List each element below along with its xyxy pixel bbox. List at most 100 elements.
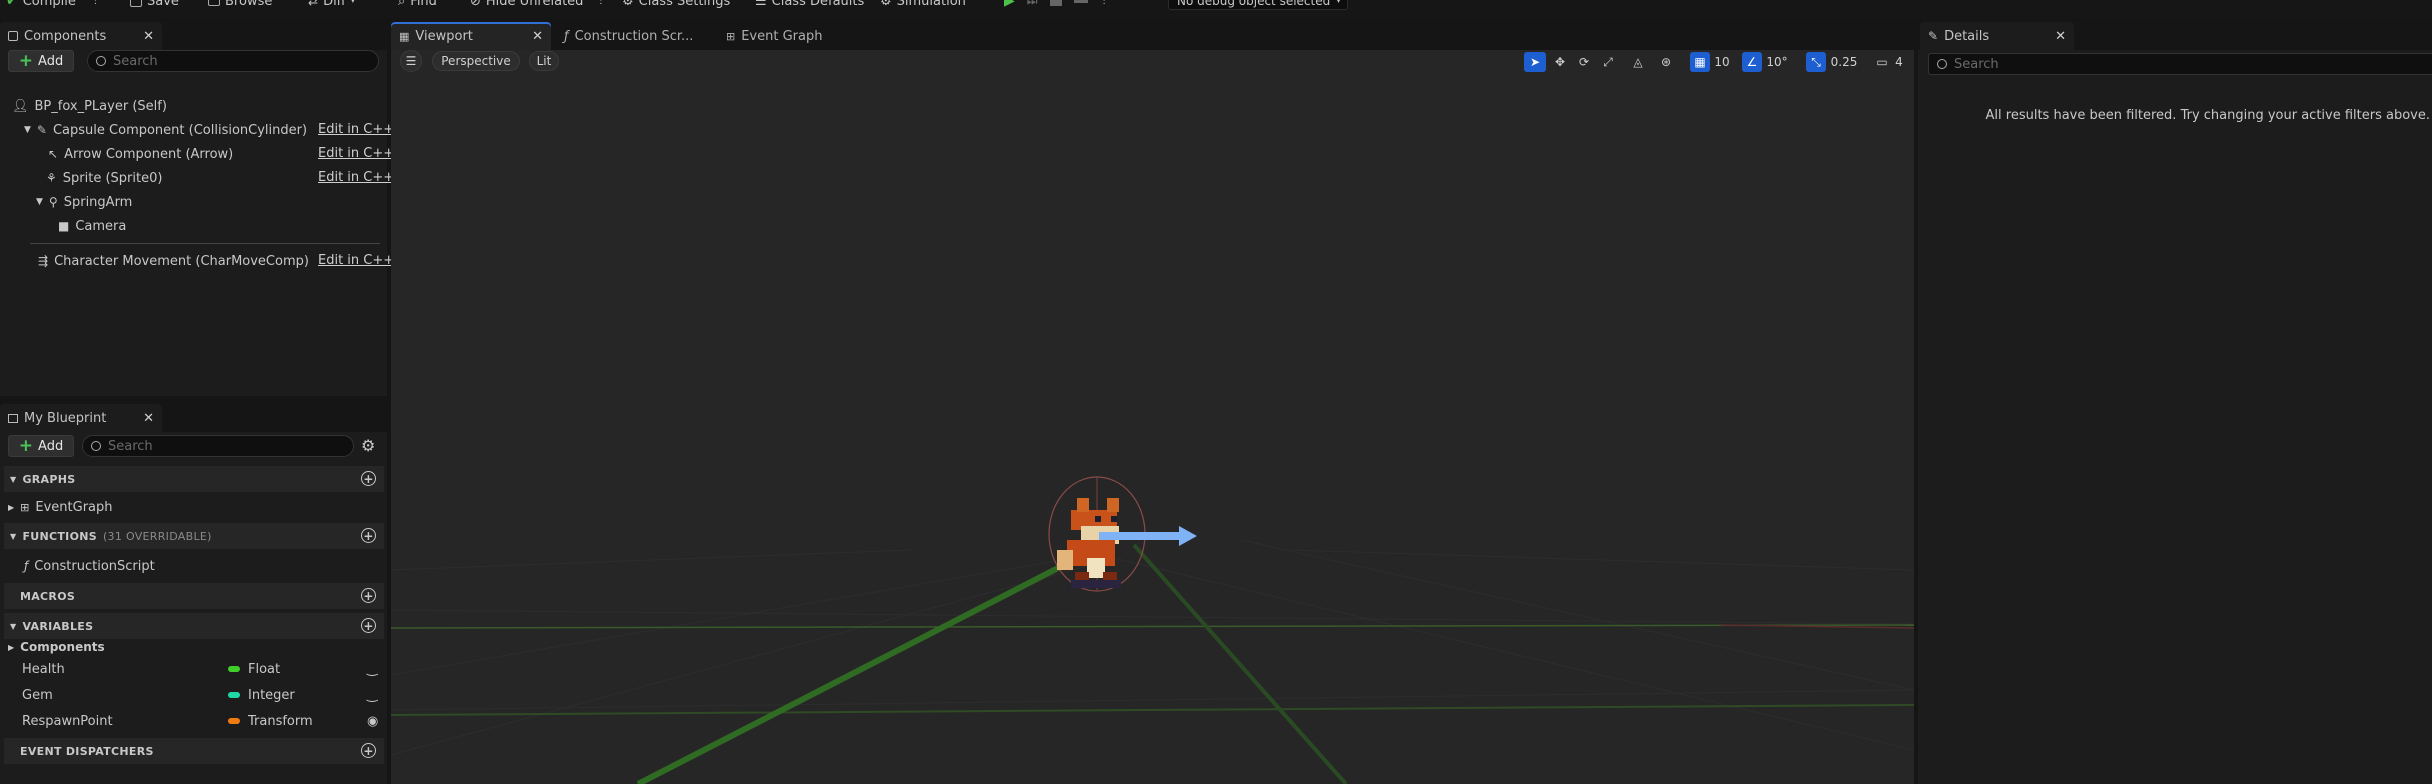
transform-type-pill xyxy=(228,718,240,724)
capsule-icon: ✎ xyxy=(36,123,47,137)
hide-unrelated-button[interactable]: ⊘ Hide Unrelated ⋮ xyxy=(470,0,605,11)
select-mode-icon[interactable]: ➤ xyxy=(1524,52,1546,72)
variable-type[interactable]: Integer xyxy=(228,688,295,703)
close-icon[interactable]: ✕ xyxy=(143,29,154,44)
translate-icon[interactable]: ✥ xyxy=(1550,52,1570,72)
edit-in-cpp-link[interactable]: Edit in C++ xyxy=(318,122,394,137)
grid-snap-icon[interactable]: ▦ xyxy=(1690,52,1710,72)
plus-icon: + xyxy=(18,435,34,456)
open-eye-icon[interactable]: ◉ xyxy=(367,714,378,729)
scale-icon[interactable]: ⤢ xyxy=(1598,52,1618,72)
editor-tabbar: ▦ Viewport ✕ ƒ Construction Scr... ⊞ Eve… xyxy=(389,20,1916,50)
component-root[interactable]: 👤︎ BP_fox_PLayer (Self) xyxy=(12,95,167,117)
stop-icon[interactable] xyxy=(1049,0,1062,6)
component-capsule[interactable]: ▼ ✎ Capsule Component (CollisionCylinder… xyxy=(24,119,307,141)
closed-eye-icon[interactable]: ‿ xyxy=(367,688,377,703)
rotation-snap-value[interactable]: 10° xyxy=(1764,52,1790,72)
surface-snapping-icon[interactable]: ⊛ xyxy=(1656,52,1676,72)
lit-button[interactable]: Lit xyxy=(529,51,559,71)
variable-type[interactable]: Transform xyxy=(228,714,313,729)
edit-in-cpp-link[interactable]: Edit in C++ xyxy=(318,170,394,185)
variable-row-gem[interactable]: Gem Integer ‿ xyxy=(22,684,382,706)
play-options-icon[interactable]: ⋮ xyxy=(1100,0,1109,6)
rotate-icon[interactable]: ⟳ xyxy=(1574,52,1594,72)
section-event-dispatchers[interactable]: EVENT DISPATCHERS + xyxy=(4,738,384,764)
close-icon[interactable]: ✕ xyxy=(143,411,154,426)
function-icon: ƒ xyxy=(564,28,569,44)
component-camera[interactable]: ■ Camera xyxy=(58,215,126,237)
close-icon[interactable]: ✕ xyxy=(2055,29,2066,44)
variable-row-respawnpoint[interactable]: RespawnPoint Transform ◉ xyxy=(22,710,382,732)
add-variable-icon[interactable]: + xyxy=(361,618,376,633)
scale-snap-value[interactable]: 0.25 xyxy=(1828,52,1860,72)
add-dispatcher-icon[interactable]: + xyxy=(361,743,376,758)
edit-in-cpp-link[interactable]: Edit in C++ xyxy=(318,146,394,161)
browse-button[interactable]: Browse xyxy=(208,0,272,11)
camera-speed-value[interactable]: 4 xyxy=(1892,52,1906,72)
perspective-button[interactable]: Perspective xyxy=(432,51,520,71)
add-function-icon[interactable]: + xyxy=(361,528,376,543)
rotation-snap-icon[interactable]: ∠ xyxy=(1742,52,1762,72)
variable-row-health[interactable]: Health Float ‿ xyxy=(22,658,382,680)
simulation-button[interactable]: ⚙ Simulation xyxy=(880,0,966,11)
eject-icon[interactable] xyxy=(1073,0,1088,3)
details-search-input[interactable]: Search xyxy=(1928,53,2432,75)
class-settings-icon: ⚙ xyxy=(622,0,634,9)
class-defaults-button[interactable]: ☰ Class Defaults xyxy=(755,0,864,11)
close-icon[interactable]: ✕ xyxy=(532,29,543,44)
add-macro-icon[interactable]: + xyxy=(361,588,376,603)
diff-button[interactable]: ⇄ Diff ▾ xyxy=(308,0,355,11)
viewport-menu-button[interactable]: ☰ xyxy=(400,50,422,72)
tab-components[interactable]: Components ✕ xyxy=(0,22,162,50)
tab-event-graph[interactable]: ⊞ Event Graph xyxy=(718,22,878,50)
class-settings-button[interactable]: ⚙ Class Settings xyxy=(622,0,730,11)
my-blueprint-search-input[interactable]: Search xyxy=(82,435,354,457)
add-graph-icon[interactable]: + xyxy=(361,471,376,486)
edit-in-cpp-link[interactable]: Edit in C++ xyxy=(318,253,394,268)
hide-unrelated-options-icon[interactable]: ⋮ xyxy=(596,0,605,6)
play-icon[interactable]: ▶ xyxy=(1004,0,1015,9)
tab-my-blueprint[interactable]: My Blueprint ✕ xyxy=(0,404,162,432)
chevron-right-icon: ▶ xyxy=(8,642,15,652)
function-icon: ƒ xyxy=(24,559,29,573)
save-button[interactable]: Save xyxy=(130,0,179,11)
tab-details[interactable]: ✎ Details ✕ xyxy=(1920,22,2074,50)
closed-eye-icon[interactable]: ‿ xyxy=(367,662,377,677)
chevron-down-icon[interactable]: ▼ xyxy=(24,125,31,135)
grid-snap-value[interactable]: 10 xyxy=(1712,52,1732,72)
variable-type[interactable]: Float xyxy=(228,662,280,677)
tab-construction-script[interactable]: ƒ Construction Scr... xyxy=(556,22,716,50)
graph-item-eventgraph[interactable]: ▶ ⊞ EventGraph xyxy=(8,496,113,518)
component-character-movement[interactable]: ⇶ Character Movement (CharMoveComp) xyxy=(38,250,309,272)
section-functions[interactable]: ▼ FUNCTIONS (31 OVERRIDABLE) + xyxy=(4,523,384,549)
settings-gear-icon[interactable]: ⚙ xyxy=(361,436,375,455)
compile-button[interactable]: ✔ Compile ⋮ xyxy=(6,0,100,11)
person-icon: 👤︎ xyxy=(12,98,29,114)
section-macros[interactable]: MACROS + xyxy=(4,583,384,609)
variable-category-components[interactable]: ▶ Components xyxy=(8,636,105,658)
add-component-button[interactable]: + Add xyxy=(8,50,74,72)
coordinate-space-icon[interactable]: ◬ xyxy=(1628,52,1648,72)
component-springarm[interactable]: ▼ ⚲ SpringArm xyxy=(36,191,132,213)
component-sprite[interactable]: ⚘ Sprite (Sprite0) xyxy=(46,167,162,189)
function-item-constructionscript[interactable]: ƒ ConstructionScript xyxy=(24,555,155,577)
add-member-button[interactable]: + Add xyxy=(8,435,74,457)
components-panel: Components ✕ + Add Search 👤︎ BP_fox_PLay… xyxy=(0,20,394,396)
components-search-input[interactable]: Search xyxy=(87,50,379,72)
scale-snap-icon[interactable]: ⤡ xyxy=(1806,52,1826,72)
floor-grid xyxy=(391,539,1914,756)
tab-viewport[interactable]: ▦ Viewport ✕ xyxy=(391,22,551,50)
find-button[interactable]: ⌕ Find xyxy=(398,0,437,11)
springarm-icon: ⚲ xyxy=(48,195,58,209)
pencil-icon: ✎ xyxy=(1928,29,1939,43)
section-graphs[interactable]: ▼ GRAPHS + xyxy=(4,466,384,492)
graph-icon: ⊞ xyxy=(726,29,736,43)
camera-speed-icon[interactable]: ▭ xyxy=(1872,52,1892,72)
debug-object-selector[interactable]: No debug object selected ▾ xyxy=(1168,0,1348,10)
chevron-down-icon[interactable]: ▼ xyxy=(36,197,43,207)
compile-options-icon[interactable]: ⋮ xyxy=(91,0,100,6)
component-arrow[interactable]: ↖ Arrow Component (Arrow) xyxy=(48,143,233,165)
viewport[interactable]: ☰ Perspective Lit xyxy=(391,50,1914,784)
step-icon[interactable]: ⏭ xyxy=(1027,0,1038,9)
compile-icon: ✔ xyxy=(6,0,18,9)
